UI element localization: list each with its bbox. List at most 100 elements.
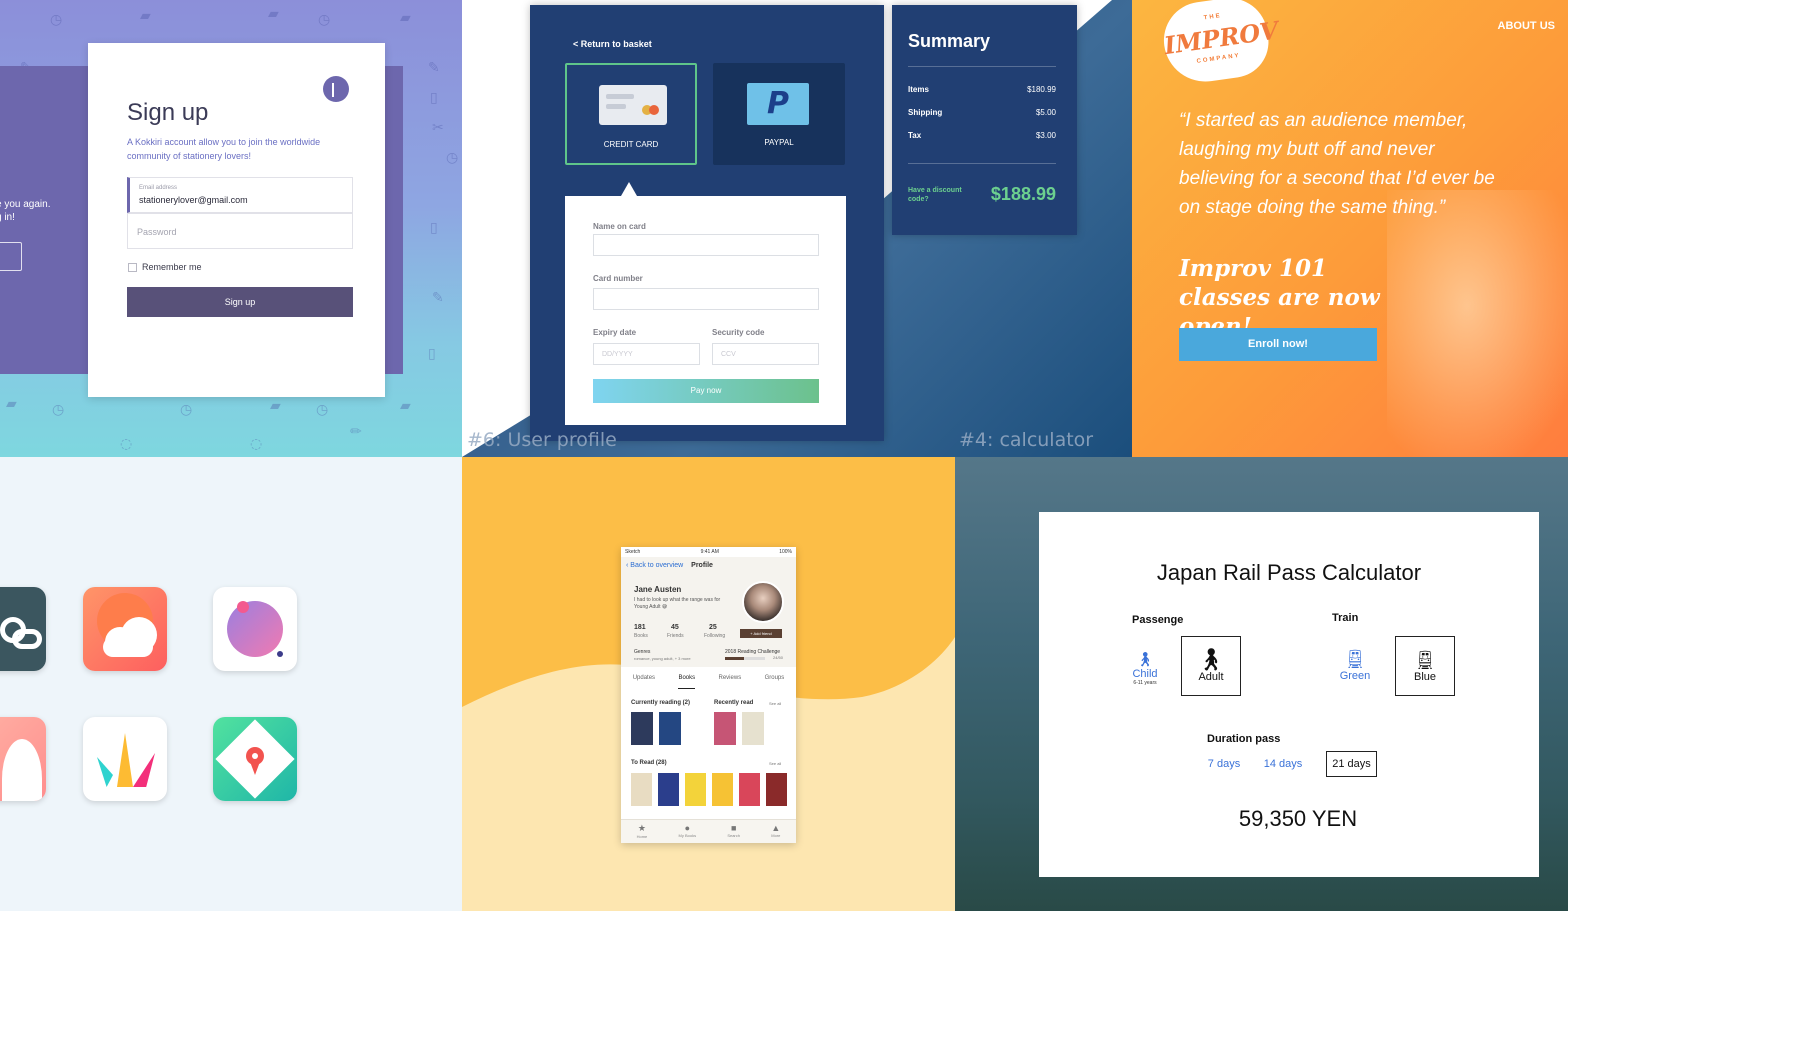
- pen-icon: ✎: [428, 60, 440, 76]
- recently-read-heading: Recently read: [714, 700, 754, 706]
- login-button[interactable]: [0, 242, 22, 271]
- child-label: Child: [1132, 668, 1158, 680]
- child-option[interactable]: 🚶︎ Child 6-11 years: [1125, 650, 1165, 698]
- payment-panel: < Return to basket CREDIT CARD P PAYPAL …: [530, 5, 884, 441]
- pay-now-button[interactable]: Pay now: [593, 379, 819, 403]
- remember-me[interactable]: Remember me: [128, 262, 202, 272]
- nav-bar: ‹ Back to overview Profile: [621, 557, 796, 577]
- remember-checkbox[interactable]: [128, 262, 137, 272]
- signup-card: Sign up A Kokkiri account allow you to j…: [88, 43, 385, 397]
- book-cover[interactable]: [712, 773, 733, 806]
- tab-books[interactable]: Books: [678, 675, 696, 689]
- signup-tile: ◷ ▰ ▰ ◷ ▰ ✎ ▯ ✂ ◷ ▯ ✎ ▯ ▰ ◷ ◷ ▰ ◷ ▰ ◌ ◌ …: [0, 0, 462, 457]
- enroll-button[interactable]: Enroll now!: [1179, 328, 1377, 361]
- challenge-value: 24/50: [773, 655, 784, 660]
- book-cover[interactable]: [658, 773, 679, 806]
- paypal-icon: P: [747, 83, 809, 125]
- book-cover[interactable]: [685, 773, 706, 806]
- tab-more[interactable]: ▲ More: [771, 823, 780, 843]
- pencil-icon: ✏: [350, 424, 362, 440]
- see-all-link[interactable]: See all: [769, 761, 781, 766]
- signup-button[interactable]: Sign up: [127, 287, 353, 317]
- profile-name: Jane Austen: [634, 585, 682, 594]
- return-to-basket-link[interactable]: < Return to basket: [573, 39, 652, 49]
- train-icon: 🚆︎: [1343, 649, 1367, 669]
- tab-updates[interactable]: Updates: [633, 675, 655, 689]
- eraser-icon: ▰: [6, 396, 17, 412]
- stat-following-label: Following: [704, 633, 726, 639]
- name-on-card-label: Name on card: [593, 222, 646, 231]
- name-on-card-input[interactable]: [593, 234, 819, 256]
- login-text-line-2: g in!: [0, 212, 15, 223]
- orb-app-icon[interactable]: [213, 587, 297, 671]
- green-option[interactable]: 🚆︎ Green: [1333, 648, 1377, 688]
- book-cover[interactable]: [631, 712, 653, 745]
- signup-title: Sign up: [127, 99, 209, 126]
- adult-label: Adult: [1198, 671, 1224, 683]
- tab-reviews[interactable]: Reviews: [719, 675, 742, 689]
- card-number-input[interactable]: [593, 288, 819, 310]
- mountain-app-icon[interactable]: [0, 717, 46, 801]
- book-cover[interactable]: [659, 712, 681, 745]
- divider: [908, 163, 1056, 164]
- duration-label: Duration pass: [1207, 733, 1281, 745]
- caption-user-profile: #6: User profile: [467, 429, 617, 451]
- login-panel-text: e you again. g in!: [0, 198, 51, 224]
- map-pin-app-icon[interactable]: [213, 717, 297, 801]
- see-all-link[interactable]: See all: [769, 701, 781, 706]
- triangle-icon: ▲: [771, 823, 781, 833]
- tab-search[interactable]: ■ Search: [727, 823, 740, 843]
- expiry-date-input[interactable]: DD/YYYY: [593, 343, 700, 365]
- challenge-progress: [725, 657, 765, 660]
- child-icon: 🚶︎: [1136, 651, 1154, 667]
- book-cover[interactable]: [739, 773, 760, 806]
- ruler-icon: ▯: [428, 346, 436, 362]
- crown-app-icon[interactable]: [83, 717, 167, 801]
- blue-label: Blue: [1413, 671, 1437, 683]
- about-us-link[interactable]: ABOUT US: [1498, 20, 1555, 32]
- pen-icon: ✎: [432, 290, 444, 306]
- duration-7-days[interactable]: 7 days: [1203, 758, 1245, 770]
- password-field[interactable]: Password: [127, 213, 353, 249]
- ruler-icon: ▯: [430, 220, 438, 236]
- status-time: 9:41 AM: [700, 549, 719, 555]
- user-profile-tile: Sketch 9:41 AM 100% ‹ Back to overview P…: [462, 457, 955, 911]
- email-label: Email address: [139, 185, 178, 191]
- security-code-label: Security code: [712, 328, 765, 337]
- duration-14-days[interactable]: 14 days: [1259, 758, 1307, 770]
- credit-card-option[interactable]: CREDIT CARD: [565, 63, 697, 165]
- security-code-input[interactable]: CCV: [712, 343, 819, 365]
- calculator-title: Japan Rail Pass Calculator: [1156, 560, 1422, 585]
- cloud-app-icon[interactable]: [0, 587, 46, 671]
- paypal-option[interactable]: P PAYPAL: [713, 63, 845, 165]
- tab-groups[interactable]: Groups: [765, 675, 785, 689]
- summary-row: Tax $3.00: [908, 131, 1056, 140]
- book-cover[interactable]: [742, 712, 764, 745]
- tab-home[interactable]: ★ Home: [637, 823, 648, 843]
- testimonial-quote: “I started as an audience member, laughi…: [1179, 110, 1495, 218]
- blue-option[interactable]: 🚆︎ Blue: [1395, 636, 1455, 696]
- adult-option[interactable]: 🚶︎ Adult: [1181, 636, 1241, 696]
- status-bar: Sketch 9:41 AM 100%: [621, 547, 796, 557]
- card-number-label: Card number: [593, 274, 643, 283]
- improv-logo[interactable]: THE IMPROV COMPANY: [1158, 0, 1280, 87]
- email-field[interactable]: Email address stationerylover@gmail.com: [127, 177, 353, 213]
- clock-icon: ◷: [446, 150, 459, 166]
- book-cover[interactable]: [631, 773, 652, 806]
- book-cover[interactable]: [714, 712, 736, 745]
- duration-21-days[interactable]: 21 days: [1326, 751, 1377, 777]
- nav-title: Profile: [691, 562, 713, 569]
- avatar: [742, 581, 784, 623]
- discount-code-link[interactable]: Have a discount code?: [908, 186, 968, 204]
- clock-icon: ◷: [50, 12, 63, 28]
- add-friend-button[interactable]: + Add friend: [740, 629, 782, 638]
- tab-my-books[interactable]: ● My Books: [679, 823, 697, 843]
- credit-card-label: CREDIT CARD: [603, 140, 659, 149]
- book-cover[interactable]: [766, 773, 787, 806]
- eraser-icon: ▰: [400, 10, 411, 26]
- back-to-overview-link[interactable]: ‹ Back to overview: [626, 562, 683, 569]
- calculator-card: Japan Rail Pass Calculator Passenge Trai…: [1039, 512, 1539, 877]
- weather-app-icon[interactable]: [83, 587, 167, 671]
- performer-photo: [1387, 190, 1568, 457]
- paypal-label: PAYPAL: [764, 138, 794, 147]
